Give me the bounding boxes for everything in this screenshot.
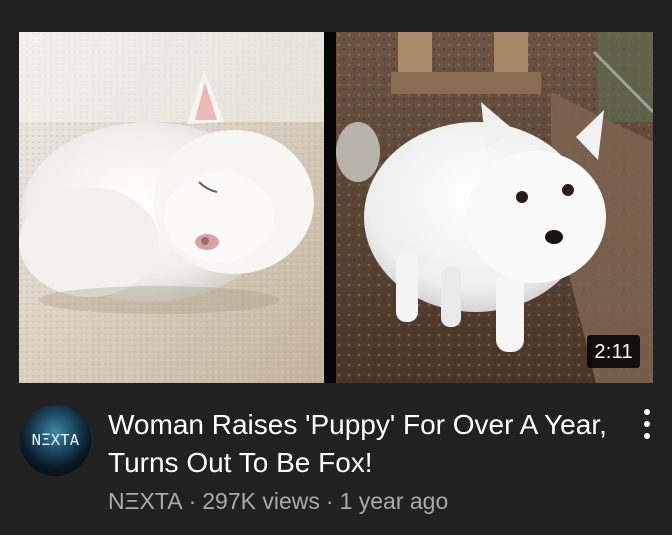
- view-count: 297K views: [202, 488, 320, 514]
- video-metadata: NΞXTA · 297K views · 1 year ago: [108, 486, 448, 516]
- video-thumbnail[interactable]: 2:11: [19, 32, 653, 383]
- thumbnail-right-image: 2:11: [336, 32, 653, 383]
- upload-age: 1 year ago: [339, 488, 449, 514]
- more-vertical-icon[interactable]: [634, 407, 660, 441]
- video-duration-badge: 2:11: [587, 335, 640, 368]
- video-title[interactable]: Woman Raises 'Puppy' For Over A Year, Tu…: [108, 406, 618, 482]
- meta-separator: ·: [188, 488, 197, 514]
- channel-name[interactable]: NΞXTA: [108, 488, 183, 514]
- meta-separator: ·: [325, 488, 334, 514]
- channel-avatar[interactable]: NΞXTA: [20, 405, 91, 476]
- thumbnail-left-image: [19, 32, 324, 383]
- video-card[interactable]: 2:11 NΞXTA Woman Raises 'Puppy' For Over…: [0, 0, 672, 535]
- thumbnail-divider: [324, 32, 336, 383]
- channel-avatar-logo-text: NΞXTA: [31, 431, 80, 449]
